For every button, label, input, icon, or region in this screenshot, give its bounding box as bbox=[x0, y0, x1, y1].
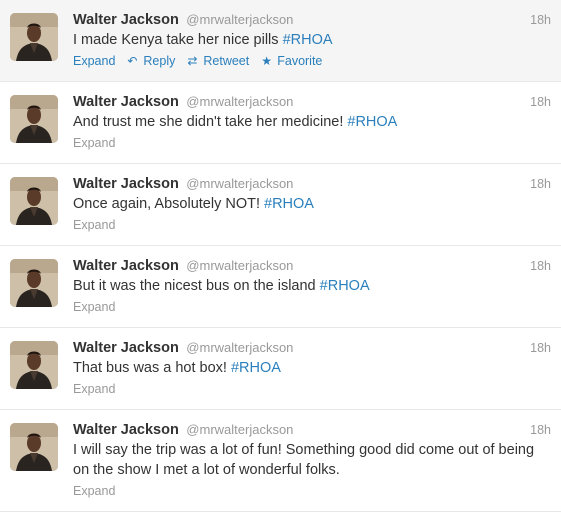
tweet-author-handle[interactable]: @mrwalterjackson bbox=[186, 258, 293, 273]
tweet-text: I will say the trip was a lot of fun! So… bbox=[73, 440, 549, 480]
retweet-action[interactable]: ⇄ Retweet bbox=[187, 51, 249, 71]
avatar-photo-icon bbox=[10, 259, 58, 307]
expand-label: Expand bbox=[73, 136, 116, 150]
tweet-actions: Expand bbox=[73, 133, 549, 153]
expand-label: Expand bbox=[73, 218, 116, 232]
avatar-photo-icon bbox=[10, 423, 58, 471]
expand-label: Expand bbox=[73, 382, 116, 396]
tweet-author-name[interactable]: Walter Jackson bbox=[73, 422, 179, 438]
tweet-header: Walter Jackson @mrwalterjackson bbox=[73, 420, 549, 440]
expand-action[interactable]: Expand bbox=[73, 215, 115, 235]
favorite-action[interactable]: ★ Favorite bbox=[261, 51, 322, 71]
tweet-actions: Expand bbox=[73, 379, 549, 399]
tweet-header: Walter Jackson @mrwalterjackson bbox=[73, 10, 549, 30]
tweet-timestamp[interactable]: 18h bbox=[530, 92, 551, 112]
tweet[interactable]: Walter Jackson @mrwalterjackson 18h And … bbox=[0, 82, 561, 164]
tweet-actions: Expand bbox=[73, 297, 549, 317]
avatar[interactable] bbox=[10, 177, 58, 225]
reply-action[interactable]: ↶ Reply bbox=[127, 51, 175, 71]
expand-label: Expand bbox=[73, 484, 116, 498]
avatar-photo-icon bbox=[10, 341, 58, 389]
tweet-author-name[interactable]: Walter Jackson bbox=[73, 94, 179, 110]
tweet-author-name[interactable]: Walter Jackson bbox=[73, 176, 179, 192]
tweet-timestamp[interactable]: 18h bbox=[530, 256, 551, 276]
tweet-author-handle[interactable]: @mrwalterjackson bbox=[186, 422, 293, 437]
tweet-text: But it was the nicest bus on the island … bbox=[73, 276, 549, 296]
tweet[interactable]: Walter Jackson @mrwalterjackson 18h That… bbox=[0, 328, 561, 410]
tweet-text-body: And trust me she didn't take her medicin… bbox=[73, 114, 348, 130]
tweet-timestamp[interactable]: 18h bbox=[530, 174, 551, 194]
avatar[interactable] bbox=[10, 13, 58, 61]
tweet-text: Once again, Absolutely NOT! #RHOA bbox=[73, 194, 549, 214]
tweet-text: And trust me she didn't take her medicin… bbox=[73, 112, 549, 132]
tweet-timestamp[interactable]: 18h bbox=[530, 338, 551, 358]
tweet-actions: Expand bbox=[73, 481, 549, 501]
hashtag-link[interactable]: #RHOA bbox=[264, 196, 314, 212]
expand-action[interactable]: Expand bbox=[73, 379, 115, 399]
tweet-timeline: Walter Jackson @mrwalterjackson 18h I ma… bbox=[0, 0, 561, 512]
hashtag-link[interactable]: #RHOA bbox=[347, 114, 397, 130]
tweet-text: That bus was a hot box! #RHOA bbox=[73, 358, 549, 378]
tweet-author-handle[interactable]: @mrwalterjackson bbox=[186, 12, 293, 27]
tweet-actions: Expand bbox=[73, 215, 549, 235]
retweet-arrows-icon: ⇄ bbox=[187, 54, 198, 68]
tweet[interactable]: Walter Jackson @mrwalterjackson 18h I ma… bbox=[0, 0, 561, 82]
expand-action[interactable]: Expand bbox=[73, 133, 115, 153]
tweet-author-handle[interactable]: @mrwalterjackson bbox=[186, 340, 293, 355]
expand-label: Expand bbox=[73, 54, 116, 68]
tweet-text-body: But it was the nicest bus on the island bbox=[73, 278, 320, 294]
tweet-header: Walter Jackson @mrwalterjackson bbox=[73, 256, 549, 276]
tweet[interactable]: Walter Jackson @mrwalterjackson 18h Once… bbox=[0, 164, 561, 246]
reply-arrow-icon: ↶ bbox=[127, 54, 138, 68]
tweet-header: Walter Jackson @mrwalterjackson bbox=[73, 174, 549, 194]
expand-action[interactable]: Expand bbox=[73, 51, 115, 71]
hashtag-link[interactable]: #RHOA bbox=[231, 360, 281, 376]
tweet[interactable]: Walter Jackson @mrwalterjackson 18h But … bbox=[0, 246, 561, 328]
tweet-text: I made Kenya take her nice pills #RHOA bbox=[73, 30, 549, 50]
tweet-timestamp[interactable]: 18h bbox=[530, 420, 551, 440]
tweet-actions: Expand ↶ Reply ⇄ Retweet ★ Favorite bbox=[73, 51, 549, 71]
tweet-header: Walter Jackson @mrwalterjackson bbox=[73, 92, 549, 112]
expand-action[interactable]: Expand bbox=[73, 481, 115, 501]
hashtag-link[interactable]: #RHOA bbox=[283, 32, 333, 48]
avatar-photo-icon bbox=[10, 95, 58, 143]
avatar[interactable] bbox=[10, 423, 58, 471]
avatar-photo-icon bbox=[10, 13, 58, 61]
tweet-author-name[interactable]: Walter Jackson bbox=[73, 340, 179, 356]
tweet-author-name[interactable]: Walter Jackson bbox=[73, 12, 179, 28]
tweet-text-body: I will say the trip was a lot of fun! So… bbox=[73, 442, 535, 478]
tweet-text-body: Once again, Absolutely NOT! bbox=[73, 196, 265, 212]
avatar-photo-icon bbox=[10, 177, 58, 225]
retweet-label: Retweet bbox=[203, 54, 250, 68]
star-icon: ★ bbox=[261, 54, 272, 68]
tweet-text-body: That bus was a hot box! bbox=[73, 360, 231, 376]
favorite-label: Favorite bbox=[277, 54, 323, 68]
tweet-header: Walter Jackson @mrwalterjackson bbox=[73, 338, 549, 358]
expand-label: Expand bbox=[73, 300, 116, 314]
tweet[interactable]: Walter Jackson @mrwalterjackson 18h I wi… bbox=[0, 410, 561, 512]
tweet-author-handle[interactable]: @mrwalterjackson bbox=[186, 94, 293, 109]
expand-action[interactable]: Expand bbox=[73, 297, 115, 317]
avatar[interactable] bbox=[10, 341, 58, 389]
tweet-timestamp[interactable]: 18h bbox=[530, 10, 551, 30]
hashtag-link[interactable]: #RHOA bbox=[320, 278, 370, 294]
tweet-author-name[interactable]: Walter Jackson bbox=[73, 258, 179, 274]
tweet-text-body: I made Kenya take her nice pills bbox=[73, 32, 283, 48]
reply-label: Reply bbox=[143, 54, 176, 68]
tweet-author-handle[interactable]: @mrwalterjackson bbox=[186, 176, 293, 191]
avatar[interactable] bbox=[10, 259, 58, 307]
avatar[interactable] bbox=[10, 95, 58, 143]
